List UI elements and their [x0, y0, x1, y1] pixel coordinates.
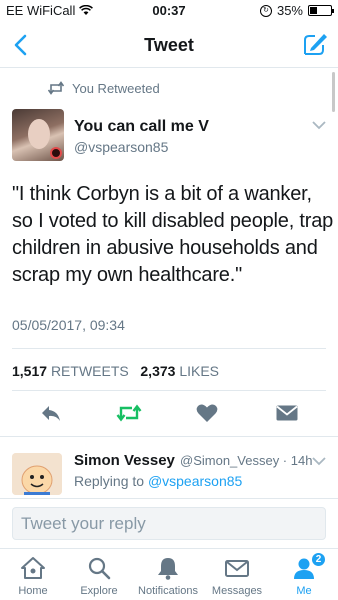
- tab-bar: Home Explore Notifications Messages 2 Me: [0, 548, 338, 600]
- reply-author-name[interactable]: Simon Vessey: [74, 452, 175, 469]
- battery-percent: 35%: [276, 3, 303, 18]
- author-handle[interactable]: @vspearson85: [74, 139, 168, 155]
- tweet-timestamp: 05/05/2017, 09:34: [12, 317, 125, 333]
- retweet-icon: [48, 81, 64, 95]
- cartoon-face-icon: [12, 453, 62, 495]
- reply-author-handle[interactable]: @Simon_Vessey · 14h: [180, 453, 312, 468]
- page-title: Tweet: [144, 35, 194, 55]
- nav-bar: Tweet: [0, 22, 338, 68]
- status-right: ↻ 35%: [259, 3, 334, 18]
- notification-badge: 2: [310, 551, 327, 568]
- search-icon: [88, 557, 111, 580]
- tab-me[interactable]: 2 Me: [270, 549, 338, 600]
- retweet-count-label[interactable]: RETWEETS: [51, 363, 129, 379]
- avatar-badge: [50, 147, 62, 159]
- tab-notifications[interactable]: Notifications: [132, 549, 204, 600]
- replying-to-handle[interactable]: @vspearson85: [148, 473, 242, 489]
- tab-explore-label: Explore: [80, 585, 118, 597]
- tab-home[interactable]: Home: [0, 549, 66, 600]
- retweet-count[interactable]: 1,517: [12, 363, 47, 379]
- divider: [12, 390, 326, 391]
- tweet-stats: 1,517 RETWEETS 2,373 LIKES: [12, 363, 219, 379]
- divider: [12, 348, 326, 349]
- battery-fill: [310, 7, 317, 14]
- tab-notifications-label: Notifications: [138, 585, 198, 597]
- like-heart-icon[interactable]: [195, 402, 219, 424]
- tab-messages[interactable]: Messages: [204, 549, 270, 600]
- retweet-action-icon[interactable]: [116, 402, 142, 424]
- home-icon: [21, 557, 45, 579]
- rotation-lock-icon: ↻: [259, 4, 272, 17]
- reply-options-chevron-icon[interactable]: [312, 456, 326, 466]
- like-count[interactable]: 2,373: [140, 363, 175, 379]
- like-count-label[interactable]: LIKES: [179, 363, 219, 379]
- bell-icon: [158, 558, 178, 580]
- tab-messages-label: Messages: [211, 585, 263, 597]
- tab-explore[interactable]: Explore: [66, 549, 132, 600]
- reply-author-avatar[interactable]: [12, 453, 62, 495]
- direct-message-icon[interactable]: [275, 402, 299, 424]
- tweet-text: "I think Corbyn is a bit of a wanker, so…: [12, 183, 334, 286]
- replying-to-prefix: Replying to: [74, 473, 145, 489]
- retweet-context: You Retweeted: [0, 80, 338, 98]
- author-name[interactable]: You can call me V: [74, 118, 209, 136]
- tweet-options-chevron-icon[interactable]: [312, 120, 326, 130]
- reply-icon[interactable]: [39, 402, 63, 424]
- retweet-context-label: You Retweeted: [72, 81, 160, 96]
- reply-input[interactable]: Tweet your reply: [12, 507, 326, 540]
- tab-me-label: Me: [296, 585, 312, 597]
- tab-home-label: Home: [18, 585, 48, 597]
- divider: [0, 436, 338, 437]
- compose-tweet-icon[interactable]: [302, 31, 328, 57]
- battery-icon: [308, 5, 334, 16]
- avatar-face: [28, 119, 50, 149]
- envelope-icon: [225, 560, 249, 577]
- replying-to: Replying to @vspearson85: [74, 473, 242, 489]
- status-bar: EE WiFiCall 00:37 ↻ 35%: [0, 0, 338, 22]
- author-avatar[interactable]: [12, 109, 64, 161]
